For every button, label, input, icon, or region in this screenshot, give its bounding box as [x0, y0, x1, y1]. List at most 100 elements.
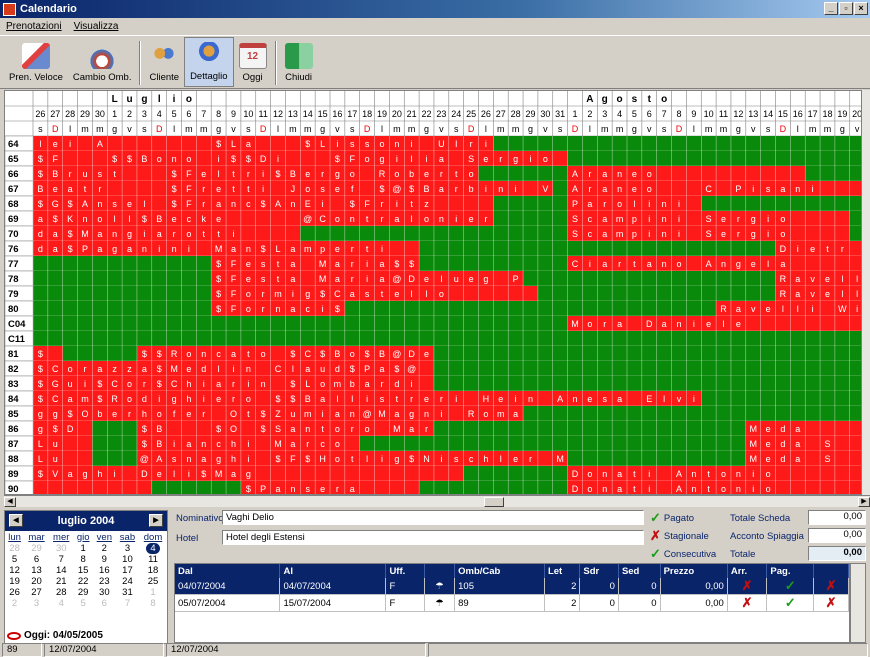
maximize-button[interactable]: ▫: [839, 2, 853, 15]
calendar-day[interactable]: 23: [93, 576, 116, 587]
day-number[interactable]: 25: [466, 109, 476, 119]
day-number[interactable]: 21: [407, 109, 417, 119]
calendar-day[interactable]: 10: [116, 554, 139, 565]
calendar-day[interactable]: 30: [93, 587, 116, 598]
calendar-day[interactable]: 9: [93, 554, 116, 565]
calendar-day[interactable]: 27: [24, 587, 49, 598]
calendar-day[interactable]: 8: [139, 598, 167, 609]
booking-row[interactable]: 04/07/2004 04/07/2004 F ☂ 105 2 0 0 0,00 ✗ ✓ ✗: [175, 578, 849, 595]
cliente-button[interactable]: Cliente: [144, 37, 184, 87]
calendar-day[interactable]: 28: [49, 587, 74, 598]
day-number[interactable]: 20: [852, 109, 862, 119]
day-number[interactable]: 2: [587, 109, 592, 119]
day-number[interactable]: 29: [80, 109, 90, 119]
calendar-day[interactable]: 4: [139, 543, 167, 554]
day-number[interactable]: 17: [347, 109, 357, 119]
day-number[interactable]: 22: [422, 109, 432, 119]
chiudi-button[interactable]: Chiudi: [280, 37, 318, 87]
day-number[interactable]: 1: [573, 109, 578, 119]
calendar-day[interactable]: 6: [93, 598, 116, 609]
day-number[interactable]: 12: [273, 109, 283, 119]
calendar-day[interactable]: 31: [116, 587, 139, 598]
day-number[interactable]: 23: [436, 109, 446, 119]
calendar-day[interactable]: 2: [5, 598, 24, 609]
booking-segment[interactable]: [775, 241, 863, 256]
prev-month-icon[interactable]: ◀: [9, 514, 23, 527]
grid-horizontal-scrollbar[interactable]: ◀ ▶: [4, 495, 870, 507]
calendar-day[interactable]: 25: [139, 576, 167, 587]
calendar-day[interactable]: 28: [5, 543, 24, 554]
day-number[interactable]: 27: [50, 109, 60, 119]
day-number[interactable]: 5: [172, 109, 177, 119]
booking-segment[interactable]: [745, 421, 862, 436]
calendar-day[interactable]: 8: [74, 554, 93, 565]
day-number[interactable]: 18: [822, 109, 832, 119]
day-number[interactable]: 11: [719, 109, 728, 119]
day-number[interactable]: 20: [392, 109, 402, 119]
day-number[interactable]: 28: [511, 109, 521, 119]
day-number[interactable]: 30: [540, 109, 550, 119]
calendar-day[interactable]: 19: [5, 576, 24, 587]
booking-segment[interactable]: [567, 256, 862, 271]
bookings-column-header[interactable]: Uff.: [385, 564, 425, 578]
calendar-day[interactable]: 4: [49, 598, 74, 609]
day-number[interactable]: 24: [451, 109, 461, 119]
day-number[interactable]: 9: [231, 109, 236, 119]
free-row[interactable]: [33, 331, 862, 346]
booking-segment[interactable]: [567, 466, 862, 481]
grid-svg[interactable]: Lu g l i o Ag o s t o26s27D28l29m30m1g2v3s4D5l6m7…: [5, 91, 862, 495]
day-number[interactable]: 15: [778, 109, 788, 119]
day-number[interactable]: 2: [127, 109, 132, 119]
pren-veloce-button[interactable]: Pren. Veloce: [4, 37, 68, 87]
day-number[interactable]: 6: [647, 109, 652, 119]
day-number[interactable]: 26: [481, 109, 491, 119]
day-number[interactable]: 7: [662, 109, 667, 119]
day-number[interactable]: 4: [157, 109, 162, 119]
calendar-day[interactable]: 12: [5, 565, 24, 576]
bookings-column-header[interactable]: [424, 564, 456, 578]
calendar-day[interactable]: 5: [74, 598, 93, 609]
day-number[interactable]: 7: [201, 109, 206, 119]
bookings-column-header[interactable]: Dal: [175, 564, 281, 578]
day-number[interactable]: 29: [525, 109, 535, 119]
grid-vertical-scrollbar[interactable]: [862, 90, 870, 495]
calendar-day[interactable]: 24: [116, 576, 139, 587]
cambio-omb-button[interactable]: Cambio Omb.: [68, 37, 137, 87]
day-number[interactable]: 14: [303, 109, 313, 119]
day-number[interactable]: 12: [733, 109, 743, 119]
calendar-day[interactable]: 18: [139, 565, 167, 576]
calendar-day[interactable]: 30: [49, 543, 74, 554]
bookings-column-header[interactable]: Arr.: [727, 564, 768, 578]
calendar-day[interactable]: 21: [49, 576, 74, 587]
day-number[interactable]: 15: [318, 109, 328, 119]
calendar-day[interactable]: 17: [116, 565, 139, 576]
bookings-column-header[interactable]: Sdr: [579, 564, 619, 578]
calendar-day[interactable]: 7: [49, 554, 74, 565]
dettaglio-button[interactable]: Dettaglio: [184, 37, 234, 87]
bookings-scrollbar[interactable]: [850, 563, 866, 643]
bookings-column-header[interactable]: Let: [544, 564, 581, 578]
calendar-day[interactable]: 1: [74, 543, 93, 554]
day-number[interactable]: 5: [632, 109, 637, 119]
day-number[interactable]: 13: [748, 109, 758, 119]
day-number[interactable]: 19: [377, 109, 387, 119]
calendar-day[interactable]: 1: [139, 587, 167, 598]
hotel-field[interactable]: Hotel degli Estensi: [222, 530, 644, 545]
calendar-day[interactable]: 3: [24, 598, 49, 609]
booking-segment[interactable]: [775, 271, 863, 286]
calendar-day[interactable]: 11: [139, 554, 167, 565]
calendar-day[interactable]: 14: [49, 565, 74, 576]
day-number[interactable]: 9: [691, 109, 696, 119]
oggi-button[interactable]: 12 Oggi: [234, 37, 272, 87]
day-number[interactable]: 17: [808, 109, 818, 119]
day-number[interactable]: 28: [65, 109, 75, 119]
booking-segment[interactable]: [775, 286, 863, 301]
booking-row[interactable]: 05/07/2004 15/07/2004 F ☂ 89 2 0 0 0,00 ✗ ✓ ✗: [175, 594, 849, 612]
day-number[interactable]: 30: [95, 109, 105, 119]
day-number[interactable]: 3: [142, 109, 147, 119]
nominativo-field[interactable]: Vaghi Delio: [222, 510, 644, 525]
calendar-day[interactable]: 2: [93, 543, 116, 554]
calendar-day[interactable]: 22: [74, 576, 93, 587]
close-button[interactable]: ×: [854, 2, 868, 15]
day-number[interactable]: 19: [837, 109, 847, 119]
